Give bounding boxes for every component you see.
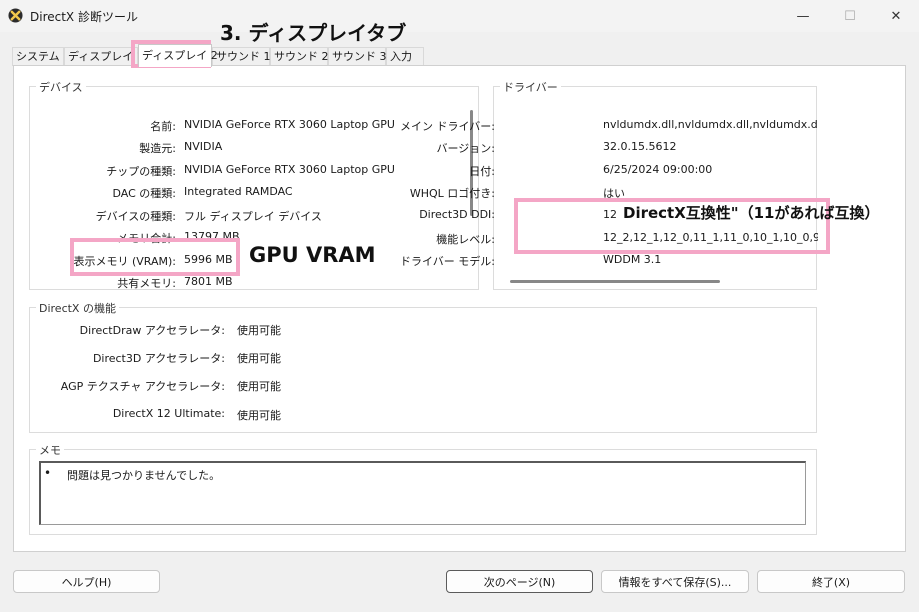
tab-annotation: 3. ディスプレイタブ — [220, 21, 407, 45]
vram-highlight — [70, 238, 240, 276]
driver-version-label: バージョン: — [436, 142, 496, 155]
tab-display-2[interactable]: ディスプレイ 2 — [138, 44, 218, 67]
direct3d-label: Direct3D アクセラレータ: — [92, 352, 225, 365]
driver-date-label: 日付: — [469, 165, 495, 178]
vram-annotation: GPU VRAM — [249, 243, 376, 267]
main-driver-label: メイン ドライバー: — [400, 120, 495, 133]
agp-label: AGP テクスチャ アクセラレータ: — [60, 380, 225, 393]
driver-date-value: 6/25/2024 09:00:00 — [603, 163, 713, 176]
directx-features-title: DirectX の機能 — [36, 300, 119, 316]
driver-scrollbar[interactable] — [510, 280, 720, 283]
save-all-button[interactable]: 情報をすべて保存(S)... — [601, 570, 749, 593]
feature-levels-label: 機能レベル: — [436, 233, 495, 246]
help-button[interactable]: ヘルプ(H) — [13, 570, 160, 593]
agp-value: 使用可能 — [237, 380, 281, 393]
directx-compat-annotation: DirectX互換性"（11があれば互換） — [623, 204, 880, 222]
memo-text: 問題は見つかりませんでした。 — [67, 469, 221, 482]
whql-label: WHQL ロゴ付き: — [409, 187, 495, 200]
driver-version-value: 32.0.15.5612 — [603, 140, 677, 153]
directdraw-label: DirectDraw アクセラレータ: — [79, 324, 225, 337]
close-button[interactable]: ✕ — [873, 0, 919, 32]
dx12-ultimate-label: DirectX 12 Ultimate: — [112, 407, 225, 420]
memo-textbox[interactable]: • 問題は見つかりませんでした。 — [39, 461, 806, 525]
main-driver-value: nvldumdx.dll,nvldumdx.dll,nvldumdx.dll, — [603, 118, 818, 131]
directdraw-value: 使用可能 — [237, 324, 281, 337]
next-page-button[interactable]: 次のページ(N) — [446, 570, 593, 593]
direct3d-value: 使用可能 — [237, 352, 281, 365]
driver-model-value: WDDM 3.1 — [603, 253, 662, 266]
memo-title: メモ — [36, 442, 64, 458]
maximize-button[interactable]: ☐ — [827, 0, 873, 32]
dx12-ultimate-value: 使用可能 — [237, 409, 281, 422]
memo-bullet: • — [44, 466, 52, 480]
driver-model-label: ドライバー モデル: — [400, 255, 495, 268]
direct3d-ddi-label: Direct3D DDI: — [419, 208, 495, 221]
exit-button[interactable]: 終了(X) — [757, 570, 905, 593]
